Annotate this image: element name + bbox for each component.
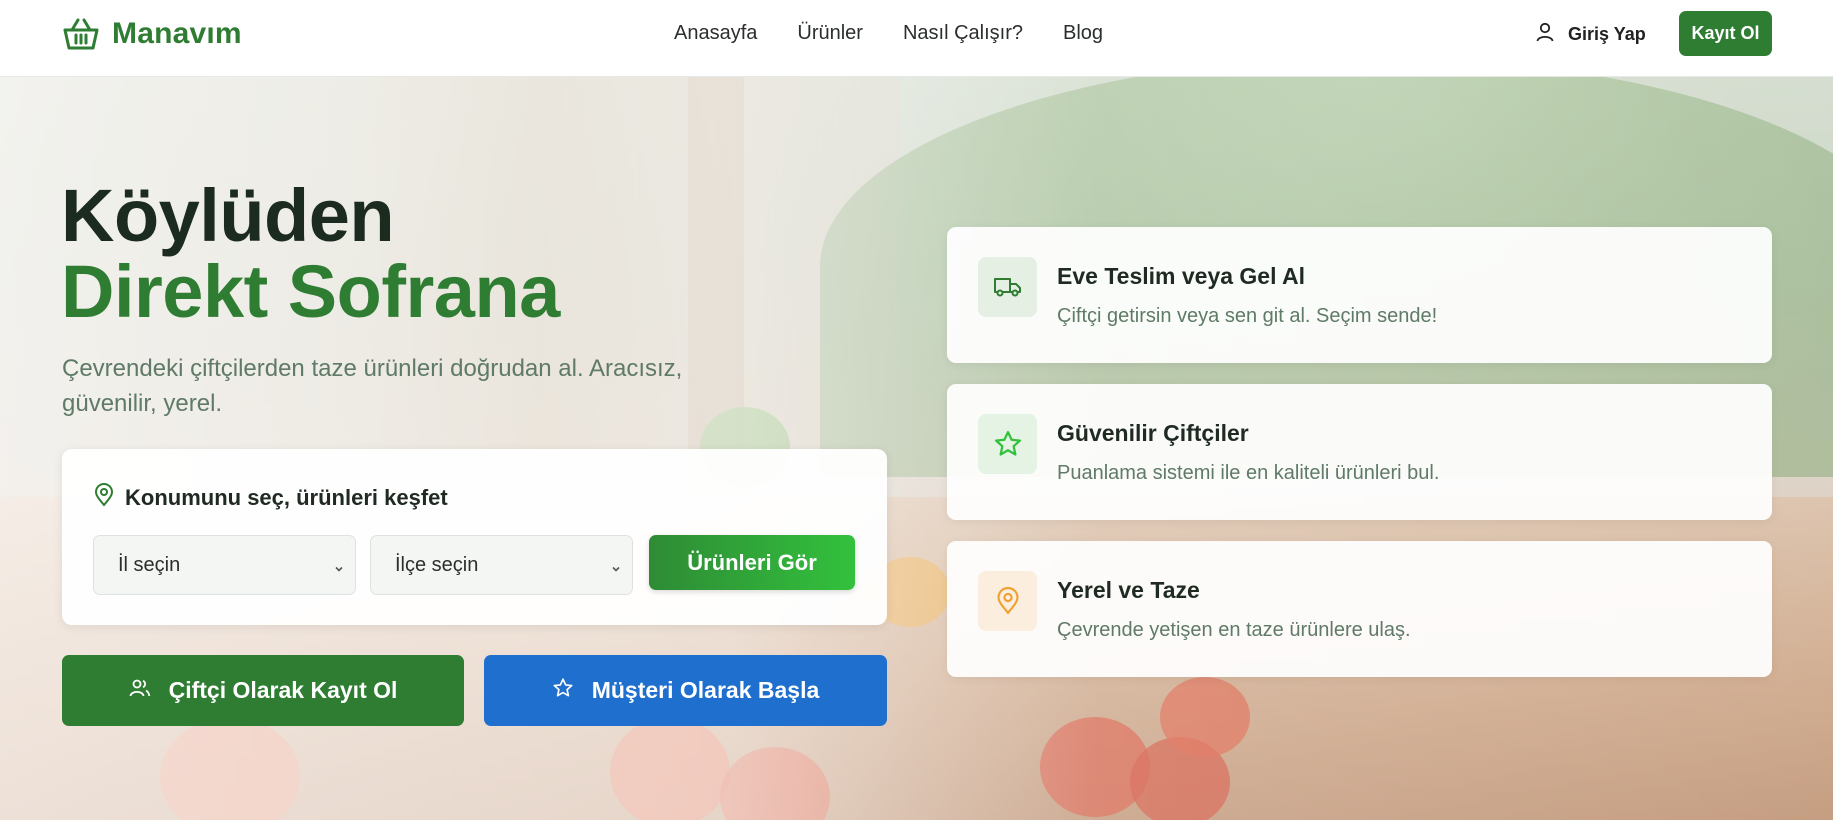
register-farmer-button[interactable]: Çiftçi Olarak Kayıt Ol xyxy=(62,655,464,726)
chevron-down-icon xyxy=(333,558,345,581)
nav-item-how-it-works[interactable]: Nasıl Çalışır? xyxy=(903,22,1023,45)
nav-item-home[interactable]: Anasayfa xyxy=(674,22,757,45)
feature-description: Çiftçi getirsin veya sen git al. Seçim s… xyxy=(1057,305,1438,327)
feature-description: Puanlama sistemi ile en kaliteli ürünler… xyxy=(1057,462,1440,484)
start-customer-label: Müşteri Olarak Başla xyxy=(591,677,820,703)
login-link[interactable]: Giriş Yap xyxy=(1536,22,1646,47)
nav-item-products[interactable]: Ürünler xyxy=(797,22,863,45)
feature-card-trusted: Güvenilir Çiftçiler Puanlama sistemi ile… xyxy=(947,384,1772,520)
main-nav: Anasayfa Ürünler Nasıl Çalışır? Blog xyxy=(674,22,1103,45)
feature-description: Çevrende yetişen en taze ürünlere ulaş. xyxy=(1057,619,1411,641)
feature-title: Güvenilir Çiftçiler xyxy=(1057,420,1249,446)
hero-subtitle: Çevrendeki çiftçilerden taze ürünleri do… xyxy=(62,355,683,417)
location-card-title: Konumunu seç, ürünleri keşfet xyxy=(93,483,448,513)
brand-name: Manavım xyxy=(112,17,242,50)
feature-title: Yerel ve Taze xyxy=(1057,577,1200,603)
nav-item-blog[interactable]: Blog xyxy=(1063,22,1103,45)
star-icon xyxy=(552,677,574,705)
user-icon xyxy=(1536,22,1554,47)
feature-card-local: Yerel ve Taze Çevrende yetişen en taze ü… xyxy=(947,541,1772,677)
start-customer-button[interactable]: Müşteri Olarak Başla xyxy=(484,655,887,726)
location-title-text: Konumunu seç, ürünleri keşfet xyxy=(125,485,448,510)
location-card: Konumunu seç, ürünleri keşfet İl seçin İ… xyxy=(62,449,887,625)
register-farmer-label: Çiftçi Olarak Kayıt Ol xyxy=(168,677,398,703)
hero-title-line1: Köylüden xyxy=(61,174,395,257)
feature-card-delivery: Eve Teslim veya Gel Al Çiftçi getirsin v… xyxy=(947,227,1772,363)
view-products-button[interactable]: Ürünleri Gör xyxy=(649,535,855,590)
signup-button[interactable]: Kayıt Ol xyxy=(1679,11,1772,56)
chevron-down-icon xyxy=(610,558,622,581)
hero-title-line2: Direkt Sofrana xyxy=(61,250,560,333)
basket-icon xyxy=(62,16,100,52)
feature-title: Eve Teslim veya Gel Al xyxy=(1057,263,1306,289)
map-pin-icon xyxy=(978,571,1037,631)
province-select[interactable]: İl seçin xyxy=(93,535,356,595)
header: Manavım Anasayfa Ürünler Nasıl Çalışır? … xyxy=(0,0,1833,77)
province-select-value: İl seçin xyxy=(118,553,181,576)
users-icon xyxy=(129,677,151,704)
star-icon xyxy=(978,414,1037,474)
district-select[interactable]: İlçe seçin xyxy=(370,535,633,595)
district-select-value: İlçe seçin xyxy=(395,553,479,576)
map-pin-icon xyxy=(93,483,115,513)
logo[interactable]: Manavım xyxy=(62,16,242,52)
login-label: Giriş Yap xyxy=(1568,24,1646,44)
truck-icon xyxy=(978,257,1037,317)
